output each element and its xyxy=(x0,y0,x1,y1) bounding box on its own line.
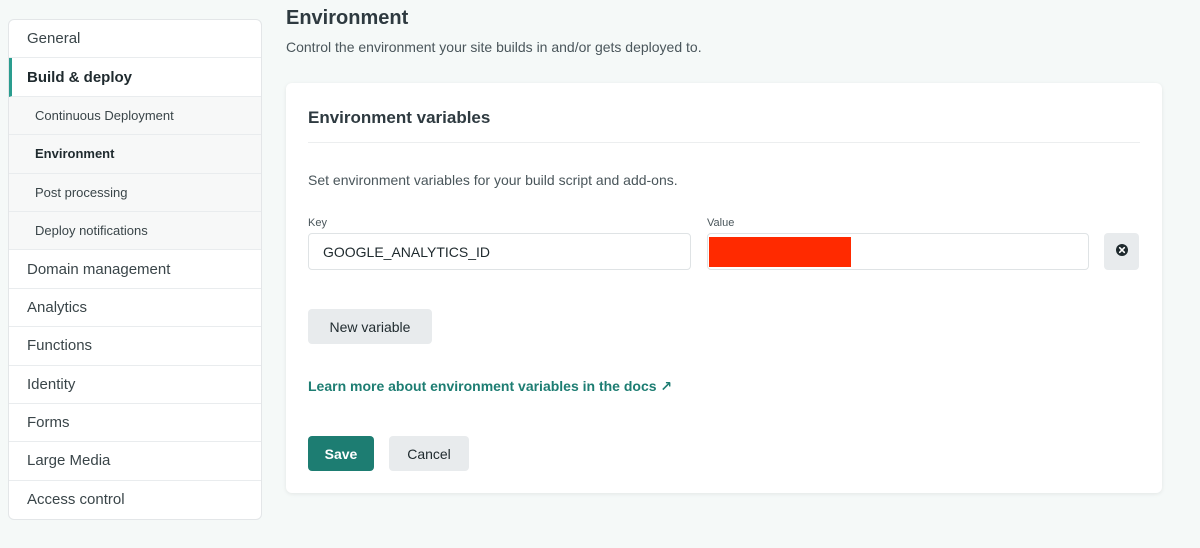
sidebar-subitem-post-processing[interactable]: Post processing xyxy=(9,173,261,212)
card-description: Set environment variables for your build… xyxy=(308,172,678,188)
redacted-value xyxy=(709,237,851,267)
sidebar-subitem-continuous-deployment[interactable]: Continuous Deployment xyxy=(9,96,261,136)
remove-variable-button[interactable] xyxy=(1104,233,1139,270)
settings-sidebar: General Build & deploy Continuous Deploy… xyxy=(8,19,262,521)
sidebar-item-general[interactable]: General xyxy=(9,20,261,59)
key-label: Key xyxy=(308,217,327,229)
save-button[interactable]: Save xyxy=(308,436,374,471)
card-title: Environment variables xyxy=(308,108,491,127)
sidebar-subitem-environment[interactable]: Environment xyxy=(9,135,261,174)
close-circle-icon xyxy=(1115,243,1129,260)
value-label: Value xyxy=(707,217,735,229)
page-description: Control the environment your site builds… xyxy=(286,39,702,55)
sidebar-item-large-media[interactable]: Large Media xyxy=(9,442,261,481)
key-input[interactable] xyxy=(308,233,691,270)
sidebar-item-build-deploy[interactable]: Build & deploy xyxy=(9,58,261,97)
card-divider xyxy=(308,142,1140,143)
environment-variables-card: Environment variables Set environment va… xyxy=(286,83,1162,493)
cancel-button[interactable]: Cancel xyxy=(389,436,469,471)
sidebar-item-functions[interactable]: Functions xyxy=(9,327,261,366)
sidebar-item-access-control[interactable]: Access control xyxy=(9,481,261,519)
sidebar-item-domain-management[interactable]: Domain management xyxy=(9,250,261,289)
sidebar-item-forms[interactable]: Forms xyxy=(9,404,261,443)
new-variable-button[interactable]: New variable xyxy=(308,309,432,344)
sidebar-item-identity[interactable]: Identity xyxy=(9,366,261,404)
docs-link[interactable]: Learn more about environment variables i… xyxy=(308,378,672,395)
sidebar-item-analytics[interactable]: Analytics xyxy=(9,289,261,328)
page-title: Environment xyxy=(286,7,409,29)
sidebar-subitem-deploy-notifications[interactable]: Deploy notifications xyxy=(9,211,261,251)
